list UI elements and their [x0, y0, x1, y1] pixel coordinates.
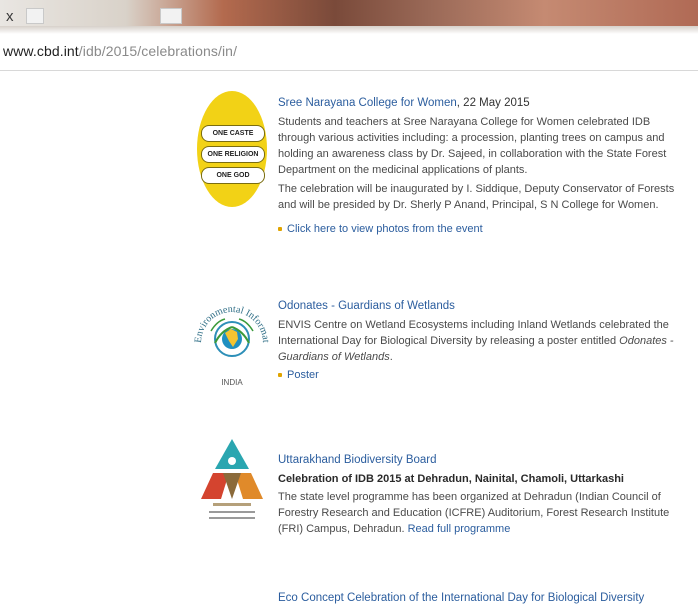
- photos-link-item[interactable]: Click here to view photos from the event: [278, 221, 688, 237]
- logo-caption: INDIA: [221, 378, 243, 387]
- entry-description: ENVIS Centre on Wetland Ecosystems inclu…: [278, 317, 688, 365]
- logo-band: ONE GOD: [201, 167, 265, 184]
- read-programme-link[interactable]: Read full programme: [408, 523, 511, 535]
- entry-title-link[interactable]: Eco Concept Celebration of the Internati…: [278, 592, 644, 604]
- entry-text: Sree Narayana College for Women, 22 May …: [278, 95, 688, 237]
- entry-description: The celebration will be inaugurated by I…: [278, 183, 675, 211]
- entry-title: Sree Narayana College for Women, 22 May …: [278, 95, 688, 111]
- entry-subtitle: Celebration of IDB 2015 at Dehradun, Nai…: [278, 473, 624, 485]
- browser-tab-strip: x: [0, 0, 698, 34]
- entry-description: Students and teachers at Sree Narayana C…: [278, 116, 667, 176]
- page-content: ONE CASTE ONE RELIGION ONE GOD Sree Nara…: [0, 71, 698, 610]
- tab-strip-shadow: [0, 26, 698, 34]
- entry-title: Odonates - Guardians of Wetlands: [278, 298, 688, 314]
- entry-date: , 22 May 2015: [456, 97, 530, 109]
- description-text: ENVIS Centre on Wetland Ecosystems inclu…: [278, 319, 669, 347]
- tab-close-button[interactable]: x: [6, 8, 14, 25]
- biodiversity-board-logo: [199, 437, 265, 545]
- url-field[interactable]: www.cbd.int/idb/2015/celebrations/in/: [3, 43, 237, 59]
- envis-emblem-icon: Environmental Information System INDIA: [187, 273, 271, 387]
- entry-title-link[interactable]: Sree Narayana College for Women: [278, 97, 457, 109]
- page-icon[interactable]: [26, 8, 44, 24]
- entry-text: Odonates - Guardians of Wetlands ENVIS C…: [278, 298, 688, 383]
- entry-text: Eco Concept Celebration of the Internati…: [278, 590, 688, 606]
- biodiversity-emblem-icon: [201, 439, 263, 519]
- logo-band: ONE RELIGION: [201, 146, 265, 163]
- description-text: .: [389, 351, 393, 363]
- entry-description: The state level programme has been organ…: [278, 489, 688, 537]
- envis-logo: Environmental Information System INDIA: [187, 273, 273, 393]
- bullet-icon: [278, 373, 282, 377]
- college-logo: ONE CASTE ONE RELIGION ONE GOD: [197, 91, 267, 207]
- entry-title-link[interactable]: Odonates - Guardians of Wetlands: [278, 300, 455, 312]
- logo-band: ONE CASTE: [201, 125, 265, 142]
- poster-link[interactable]: Poster: [287, 367, 319, 383]
- photos-link[interactable]: Click here to view photos from the event: [287, 221, 483, 237]
- address-bar[interactable]: www.cbd.int/idb/2015/celebrations/in/: [0, 34, 698, 71]
- bullet-icon: [278, 227, 282, 231]
- entry-title: Eco Concept Celebration of the Internati…: [278, 590, 688, 606]
- entry-text: Uttarakhand Biodiversity Board Celebrati…: [278, 452, 688, 537]
- page-icon[interactable]: [160, 8, 182, 24]
- poster-link-item[interactable]: Poster: [278, 367, 688, 383]
- url-path: /idb/2015/celebrations/in/: [78, 43, 238, 59]
- entry-title: Uttarakhand Biodiversity Board: [278, 452, 688, 468]
- entry-title-link[interactable]: Uttarakhand Biodiversity Board: [278, 454, 437, 466]
- url-domain: www.cbd.int: [3, 43, 79, 59]
